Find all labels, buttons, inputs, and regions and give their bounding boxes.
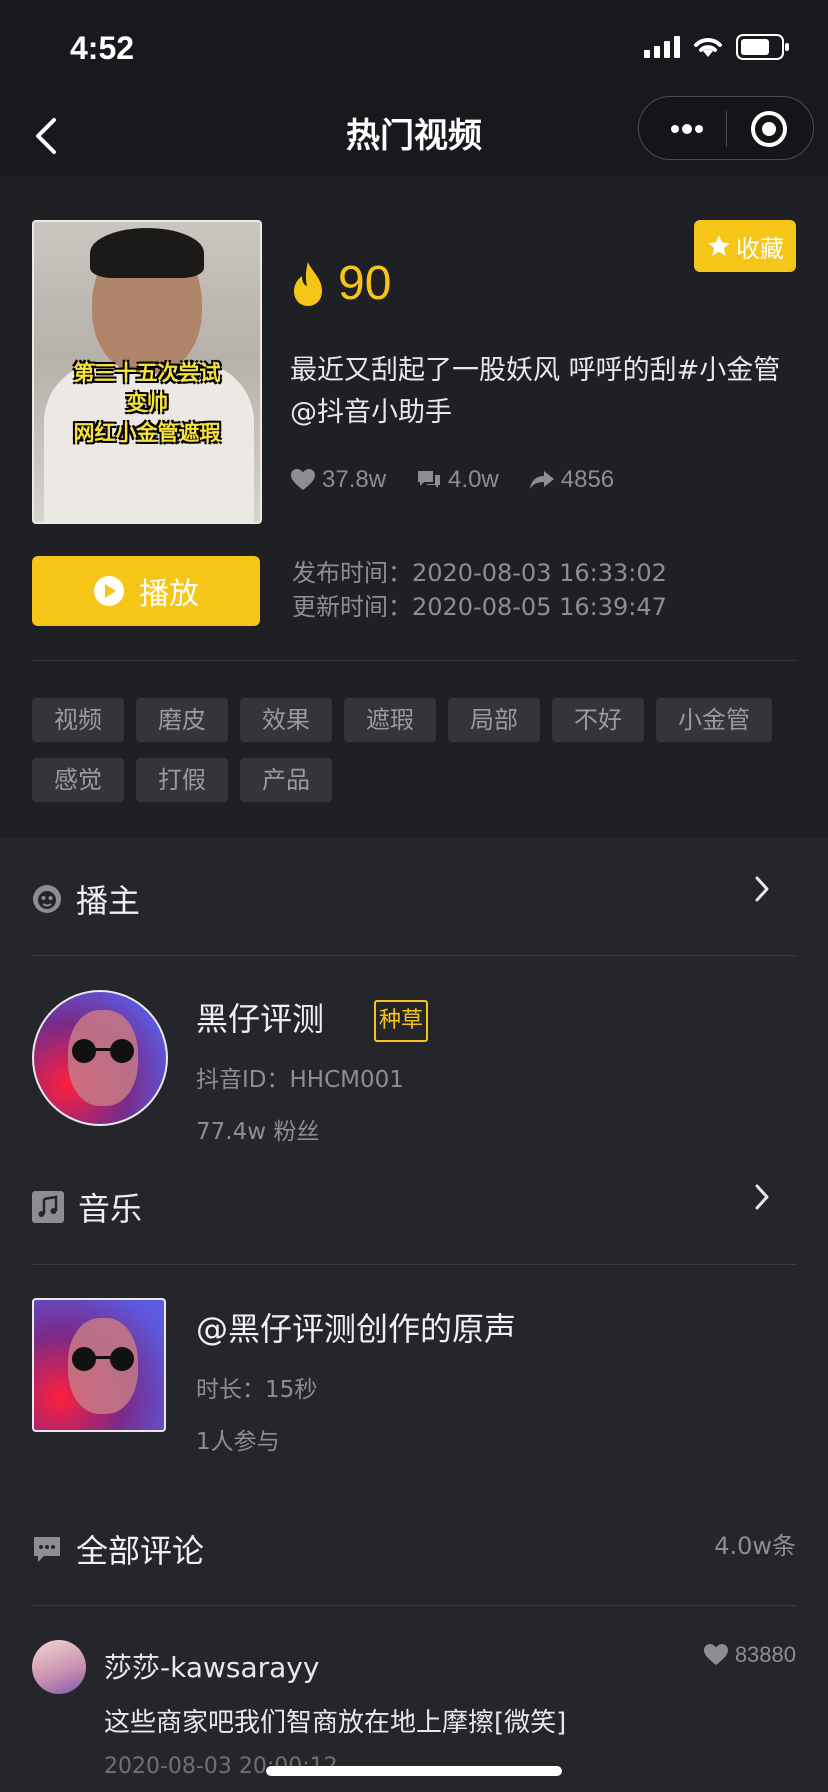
host-avatar[interactable] [32,990,168,1126]
chevron-right-icon[interactable] [752,1182,772,1212]
share-icon [529,471,554,489]
tag-item[interactable]: 磨皮 [136,698,228,742]
music-participants: 1人参与 [196,1429,280,1455]
tag-item[interactable]: 感觉 [32,758,124,802]
comment-likes[interactable]: 83880 [703,1642,796,1668]
thumb-caption-line3: 网红小金管遮瑕 [73,421,221,445]
tag-item[interactable]: 遮瑕 [344,698,436,742]
divider [32,955,796,956]
comment-text: 这些商家吧我们智商放在地上摩擦[微笑] [104,1708,567,1738]
comments-section-title: 全部评论 [76,1532,205,1570]
tag-item[interactable]: 局部 [448,698,540,742]
comment-icon [418,471,441,488]
chevron-right-icon[interactable] [752,874,772,904]
status-icons [644,34,790,60]
host-name[interactable]: 黑仔评测 [196,994,324,1040]
music-duration: 时长：15秒 [196,1377,318,1403]
tag-item[interactable]: 产品 [240,758,332,802]
likes-stat: 37.8w [290,466,386,494]
thumb-hair [90,228,204,278]
comments-count: 4.0w [448,466,499,493]
video-description: 最近又刮起了一股妖风 呼呼的刮#小金管 @抖音小助手 [290,355,781,428]
host-section-title: 播主 [76,882,141,920]
thumb-caption-line2: 变帅 [126,391,168,415]
heart-icon [291,469,315,490]
music-section-header[interactable]: 音乐 [32,1184,142,1230]
publish-time: 发布时间：2020-08-03 16:33:02 [292,559,667,587]
shares-count: 4856 [560,466,615,493]
thumb-caption-line1: 第三十五次尝试 [73,361,221,385]
music-title[interactable]: @黑仔评测创作的原声 [196,1304,516,1350]
divider [32,1264,796,1265]
divider [32,660,796,661]
heat-score: 90 [290,256,391,311]
fire-icon [294,261,322,306]
tag-item[interactable]: 视频 [32,698,124,742]
capsule-divider [726,111,727,147]
music-note-icon [32,1191,64,1223]
thumb-caption: 第三十五次尝试 变帅 网红小金管遮瑕 [34,358,260,448]
tag-item[interactable]: 打假 [136,758,228,802]
avatar-glasses [72,1039,134,1063]
status-bar: 4:52 [0,0,828,96]
comment-bubble-icon [34,1537,60,1562]
wifi-icon [694,38,722,57]
favorite-label: 收藏 [736,234,784,263]
video-card: 第三十五次尝试 变帅 网红小金管遮瑕 收藏 90 最近又刮起了一股妖风 呼呼的刮… [0,176,828,838]
video-thumbnail[interactable]: 第三十五次尝试 变帅 网红小金管遮瑕 [32,220,262,524]
comment-user[interactable]: 莎莎-kawsarayy [104,1646,319,1686]
music-cover[interactable] [32,1298,166,1432]
update-time: 更新时间：2020-08-05 16:39:47 [292,593,667,621]
more-icon[interactable] [667,113,707,145]
comments-section-header: 全部评论 [32,1526,204,1572]
host-badge: 种草 [374,1000,428,1042]
play-icon [94,576,124,606]
status-time: 4:52 [70,30,135,66]
monkey-icon [33,885,61,913]
heart-icon [703,1644,728,1665]
host-fans: 77.4w 粉丝 [196,1119,320,1145]
likes-count: 37.8w [322,466,387,493]
tag-item[interactable]: 效果 [240,698,332,742]
home-indicator[interactable] [266,1766,562,1776]
play-label: 播放 [139,577,199,612]
star-icon [708,235,730,256]
comment-likes-count: 83880 [734,1642,796,1667]
music-section-title: 音乐 [78,1190,143,1228]
target-icon[interactable] [749,109,789,149]
video-times: 发布时间：2020-08-03 16:33:02 更新时间：2020-08-05… [292,556,667,624]
favorite-button[interactable]: 收藏 [694,220,796,272]
miniprogram-capsule [638,96,814,160]
host-douyin-id: 抖音ID：HHCM001 [196,1067,404,1093]
shares-stat: 4856 [529,466,614,494]
comment-avatar[interactable] [32,1640,86,1694]
tag-list: 视频 磨皮 效果 遮瑕 局部 不好 小金管 感觉 打假 产品 [32,698,796,802]
divider [32,1605,796,1606]
tag-item[interactable]: 小金管 [656,698,772,742]
video-stats: 37.8w 4.0w 4856 [290,466,614,494]
cover-glasses [72,1347,134,1371]
play-button[interactable]: 播放 [32,556,260,626]
comments-stat: 4.0w [416,466,499,494]
heat-value: 90 [338,257,392,310]
tag-item[interactable]: 不好 [552,698,644,742]
host-section-header[interactable]: 播主 [32,876,140,922]
nav-bar: 热门视频 [0,96,828,176]
battery-icon [736,34,789,60]
comments-total: 4.0w条 [714,1532,796,1560]
signal-icon [644,36,680,58]
